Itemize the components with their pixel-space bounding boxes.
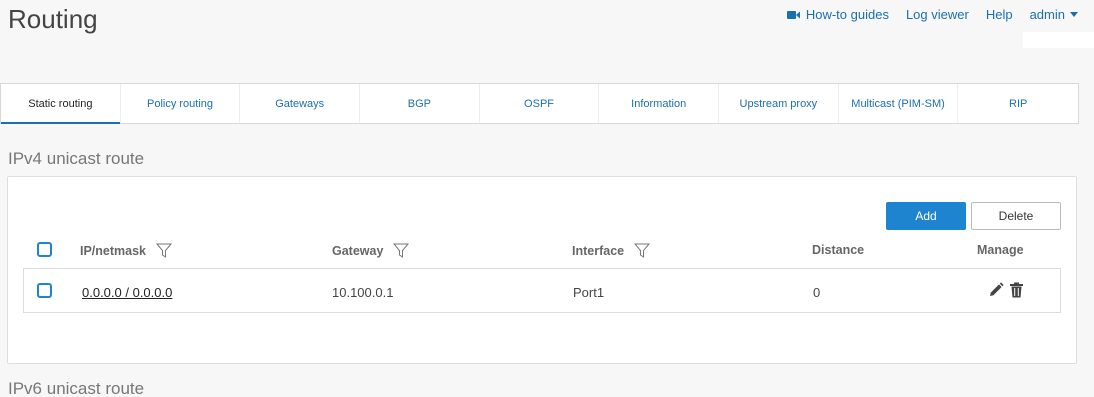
howto-guides-label: How-to guides <box>805 7 889 22</box>
top-links: How-to guides Log viewer Help admin <box>786 7 1078 22</box>
caret-down-icon <box>1070 12 1078 17</box>
header-blank-area <box>1023 32 1094 48</box>
filter-icon[interactable] <box>156 243 173 258</box>
ipv6-section-title: IPv6 unicast route <box>8 379 145 397</box>
manage-header-label: Manage <box>977 243 1024 257</box>
delete-button[interactable]: Delete <box>971 202 1061 230</box>
column-header-manage: Manage <box>977 243 1024 257</box>
tab-rip[interactable]: RIP <box>958 84 1078 123</box>
filter-icon[interactable] <box>634 243 651 258</box>
distance-header-label: Distance <box>812 243 865 257</box>
route-interface: Port1 <box>573 285 605 300</box>
tab-bgp[interactable]: BGP <box>360 84 480 123</box>
tab-multicast[interactable]: Multicast (PIM-SM) <box>839 84 959 123</box>
admin-label: admin <box>1029 7 1065 22</box>
column-header-distance: Distance <box>812 243 864 257</box>
column-header-ip-netmask: IP/netmask <box>80 243 173 258</box>
ip-netmask-header-label: IP/netmask <box>80 243 147 258</box>
tab-ospf[interactable]: OSPF <box>480 84 600 123</box>
route-gateway: 10.100.0.1 <box>332 285 394 300</box>
help-link[interactable]: Help <box>986 7 1013 22</box>
ipv4-section-title: IPv4 unicast route <box>8 149 145 168</box>
column-header-gateway: Gateway <box>332 243 410 258</box>
tab-bar: Static routing Policy routing Gateways B… <box>0 83 1079 124</box>
filter-icon[interactable] <box>393 243 410 258</box>
add-button[interactable]: Add <box>886 202 966 230</box>
video-camera-icon <box>786 10 800 20</box>
trash-icon[interactable] <box>1009 282 1024 303</box>
tab-gateways[interactable]: Gateways <box>240 84 361 123</box>
admin-menu[interactable]: admin <box>1030 7 1078 22</box>
gateway-header-label: Gateway <box>332 243 384 258</box>
page-title: Routing <box>8 4 98 34</box>
tab-static-routing[interactable]: Static routing <box>1 84 121 124</box>
column-header-interface: Interface <box>572 243 651 258</box>
row-checkbox[interactable] <box>37 283 52 298</box>
howto-guides-link[interactable]: How-to guides <box>786 7 889 22</box>
table-row <box>23 268 1061 313</box>
tab-policy-routing[interactable]: Policy routing <box>121 84 241 123</box>
tab-upstream-proxy[interactable]: Upstream proxy <box>719 84 839 123</box>
log-viewer-link[interactable]: Log viewer <box>906 7 969 22</box>
select-all-checkbox[interactable] <box>37 242 52 257</box>
interface-header-label: Interface <box>572 243 625 258</box>
route-distance: 0 <box>813 285 821 300</box>
route-ip-netmask-link[interactable]: 0.0.0.0 / 0.0.0.0 <box>82 285 172 300</box>
tab-information[interactable]: Information <box>599 84 720 123</box>
edit-pencil-icon[interactable] <box>988 282 1004 303</box>
